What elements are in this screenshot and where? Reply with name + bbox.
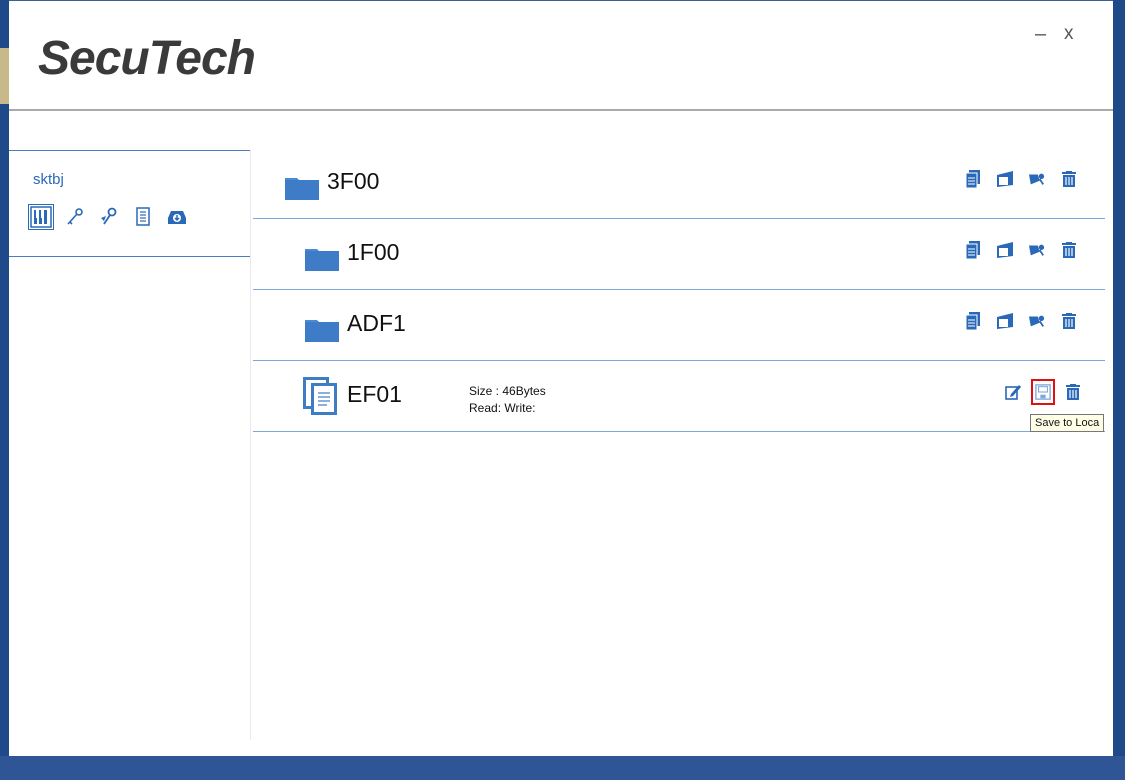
- key-access-button[interactable]: [1029, 312, 1045, 330]
- entry-name: ADF1: [347, 310, 406, 336]
- row-actions: [965, 312, 1077, 330]
- new-folder-icon: [997, 313, 1013, 329]
- logo: SecuTech: [38, 32, 256, 85]
- copy-button[interactable]: [965, 312, 981, 330]
- document-button[interactable]: [131, 205, 155, 229]
- copy-icon: [966, 241, 980, 259]
- key-access-icon: [1029, 173, 1045, 185]
- folder-icon: [285, 178, 319, 200]
- entry-name: 1F00: [347, 239, 400, 265]
- trash-icon: [1066, 384, 1080, 400]
- window-left-accent: [0, 48, 9, 104]
- copy-button[interactable]: [965, 241, 981, 259]
- delete-button[interactable]: [1061, 241, 1077, 259]
- list-item[interactable]: EF01 Size : 46Bytes Read: Write:: [253, 361, 1105, 432]
- row-actions: [965, 241, 1077, 259]
- copy-button[interactable]: [965, 170, 981, 188]
- new-folder-button[interactable]: [997, 170, 1013, 188]
- sidebar-toolbar: [28, 204, 189, 230]
- divider: [9, 256, 250, 257]
- header: SecuTech – x: [9, 1, 1113, 111]
- row-actions: [1005, 379, 1081, 405]
- key-icon: [67, 208, 83, 225]
- key-access-icon: [1029, 244, 1045, 256]
- list-item[interactable]: 1F00: [253, 219, 1105, 290]
- trash-icon: [1062, 242, 1076, 258]
- sidebar-separator: [250, 150, 251, 740]
- new-folder-icon: [997, 242, 1013, 258]
- key-access-icon: [1029, 315, 1045, 327]
- window-left-edge: [0, 0, 9, 780]
- tooltip: Save to Loca: [1030, 414, 1105, 432]
- list-item[interactable]: ADF1: [253, 290, 1105, 361]
- sidebar: sktbj: [9, 150, 250, 260]
- save-icon: [1035, 384, 1051, 400]
- download-icon: [168, 211, 186, 224]
- trash-icon: [1062, 171, 1076, 187]
- delete-button[interactable]: [1065, 383, 1081, 401]
- copy-icon: [966, 312, 980, 330]
- copy-icon: [966, 170, 980, 188]
- new-folder-icon: [997, 171, 1013, 187]
- device-name[interactable]: sktbj: [33, 171, 64, 188]
- new-folder-button[interactable]: [997, 312, 1013, 330]
- file-manager-icon: [30, 206, 52, 228]
- folder-icon: [305, 249, 339, 271]
- entry-name: 3F00: [327, 168, 380, 194]
- divider: [9, 150, 250, 151]
- key-button[interactable]: [63, 205, 87, 229]
- close-button[interactable]: x: [1064, 23, 1074, 45]
- window-right-edge: [1113, 0, 1125, 780]
- trash-icon: [1062, 313, 1076, 329]
- file-meta: Size : 46Bytes Read: Write:: [469, 383, 546, 417]
- delete-button[interactable]: [1061, 312, 1077, 330]
- new-folder-button[interactable]: [997, 241, 1013, 259]
- save-to-local-button[interactable]: [1031, 379, 1055, 405]
- key-access-button[interactable]: [1029, 241, 1045, 259]
- download-button[interactable]: [165, 205, 189, 229]
- entry-name: EF01: [347, 381, 402, 407]
- key-access-button[interactable]: [1029, 170, 1045, 188]
- minimize-button[interactable]: –: [1035, 23, 1046, 46]
- folder-icon: [305, 320, 339, 342]
- edit-button[interactable]: [1005, 383, 1021, 401]
- document-icon: [136, 207, 150, 226]
- delete-button[interactable]: [1061, 170, 1077, 188]
- file-permissions: Read: Write:: [469, 401, 536, 415]
- key-access-icon: [101, 207, 117, 225]
- file-size: Size : 46Bytes: [469, 384, 546, 398]
- footer-bar: [0, 756, 1125, 780]
- file-list: 3F00 1F00 ADF1 EF01 Size: 46Bytes Read:…: [253, 148, 1105, 432]
- file-manager-button[interactable]: [28, 204, 54, 230]
- key-access-button[interactable]: [97, 205, 121, 229]
- row-actions: [965, 170, 1077, 188]
- list-item[interactable]: 3F00: [253, 148, 1105, 219]
- file-icon: [303, 377, 337, 415]
- edit-icon: [1005, 385, 1021, 400]
